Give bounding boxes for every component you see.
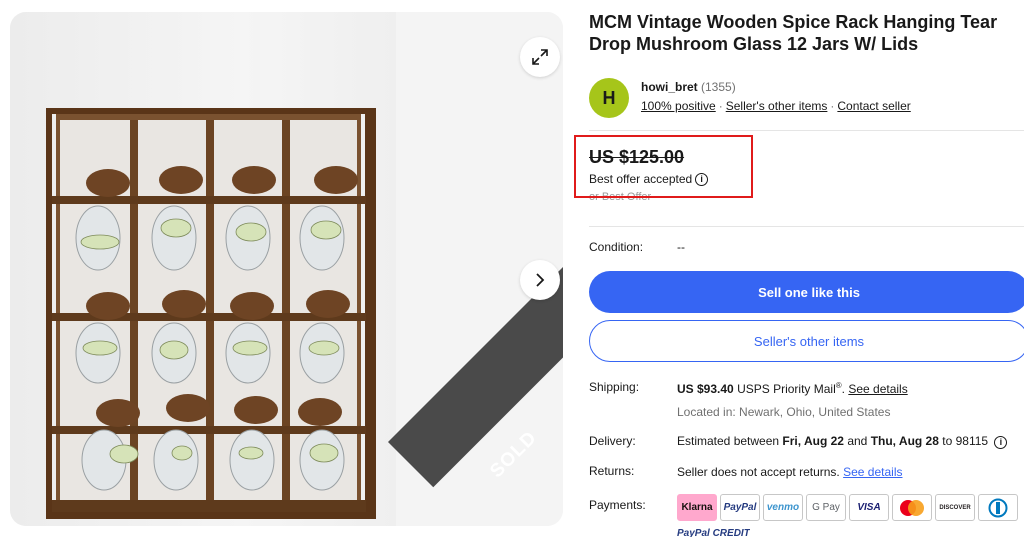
klarna-icon: Klarna (677, 494, 717, 521)
visa-icon: VISA (849, 494, 889, 521)
seller-avatar[interactable]: H (589, 78, 629, 118)
seller-links: 100% positive · Seller's other items · Conta… (641, 99, 911, 113)
sell-one-like-this-button[interactable]: Sell one like this (589, 271, 1024, 313)
returns-details-link[interactable]: See details (843, 465, 902, 479)
payment-methods: Klarna PayPal venmo G Pay VISA DISCOVER (677, 494, 1018, 521)
contact-seller-link[interactable]: Contact seller (837, 99, 910, 113)
delivery-end-date: Thu, Aug 28 (870, 434, 939, 448)
delivery-zip: to 98115 (938, 434, 989, 448)
seller-other-items-link[interactable]: Seller's other items (726, 99, 828, 113)
returns-value: Seller does not accept returns. See deta… (677, 465, 902, 479)
delivery-value: Estimated between Fri, Aug 22 and Thu, A… (677, 434, 1008, 449)
item-location: Located in: Newark, Ohio, United States (677, 405, 891, 419)
mastercard-icon (892, 494, 932, 521)
spice-rack-image (46, 108, 376, 519)
delivery-info-icon[interactable]: i (994, 436, 1008, 449)
listing-title: MCM Vintage Wooden Spice Rack Hanging Te… (589, 12, 998, 54)
sellers-other-items-button[interactable]: Seller's other items (589, 320, 1024, 362)
payments-label: Payments: (589, 498, 646, 512)
discover-icon: DISCOVER (935, 494, 975, 521)
delivery-start-date: Fri, Aug 22 (782, 434, 844, 448)
shipping-method: USPS Priority Mail (737, 382, 836, 396)
image-gallery[interactable]: SOLD (10, 12, 563, 526)
mastercard-logo (900, 499, 924, 516)
shipping-details-link[interactable]: See details (848, 382, 907, 396)
diners-icon (978, 494, 1018, 521)
divider (589, 130, 1024, 131)
google-pay-icon: G Pay (806, 494, 846, 521)
chevron-right-icon (536, 273, 545, 287)
returns-text: Seller does not accept returns. (677, 465, 840, 479)
price-highlight-box (574, 135, 753, 198)
venmo-icon: venmo (763, 494, 803, 521)
delivery-prefix: Estimated between (677, 434, 783, 448)
registered-mark: ® (835, 381, 842, 390)
paypal-icon: PayPal (720, 494, 760, 521)
delivery-label: Delivery: (589, 434, 636, 448)
condition-label: Condition: (589, 240, 644, 254)
seller-username[interactable]: howi_bret (641, 80, 698, 94)
seller-feedback-count: (1355) (701, 80, 736, 94)
shipping-label: Shipping: (589, 380, 640, 394)
positive-feedback-link[interactable]: 100% positive (641, 99, 716, 113)
returns-label: Returns: (589, 464, 635, 478)
expand-image-button[interactable] (520, 37, 560, 77)
seller-info: H howi_bret (1355) 100% positive · Seller'… (589, 76, 1019, 120)
condition-value: -- (677, 240, 685, 254)
divider (589, 226, 1024, 227)
shipping-value: US $93.40 USPS Priority Mail®. See detai… (677, 381, 908, 396)
paypal-credit-icon: PayPal CREDIT (677, 528, 750, 537)
shipping-cost: US $93.40 (677, 382, 734, 396)
expand-icon (532, 49, 548, 65)
next-image-button[interactable] (520, 260, 560, 300)
main-product-photo[interactable] (10, 12, 396, 526)
delivery-and: and (843, 434, 871, 448)
diners-logo (988, 498, 1008, 517)
seller-name-line: howi_bret (1355) (641, 80, 736, 94)
